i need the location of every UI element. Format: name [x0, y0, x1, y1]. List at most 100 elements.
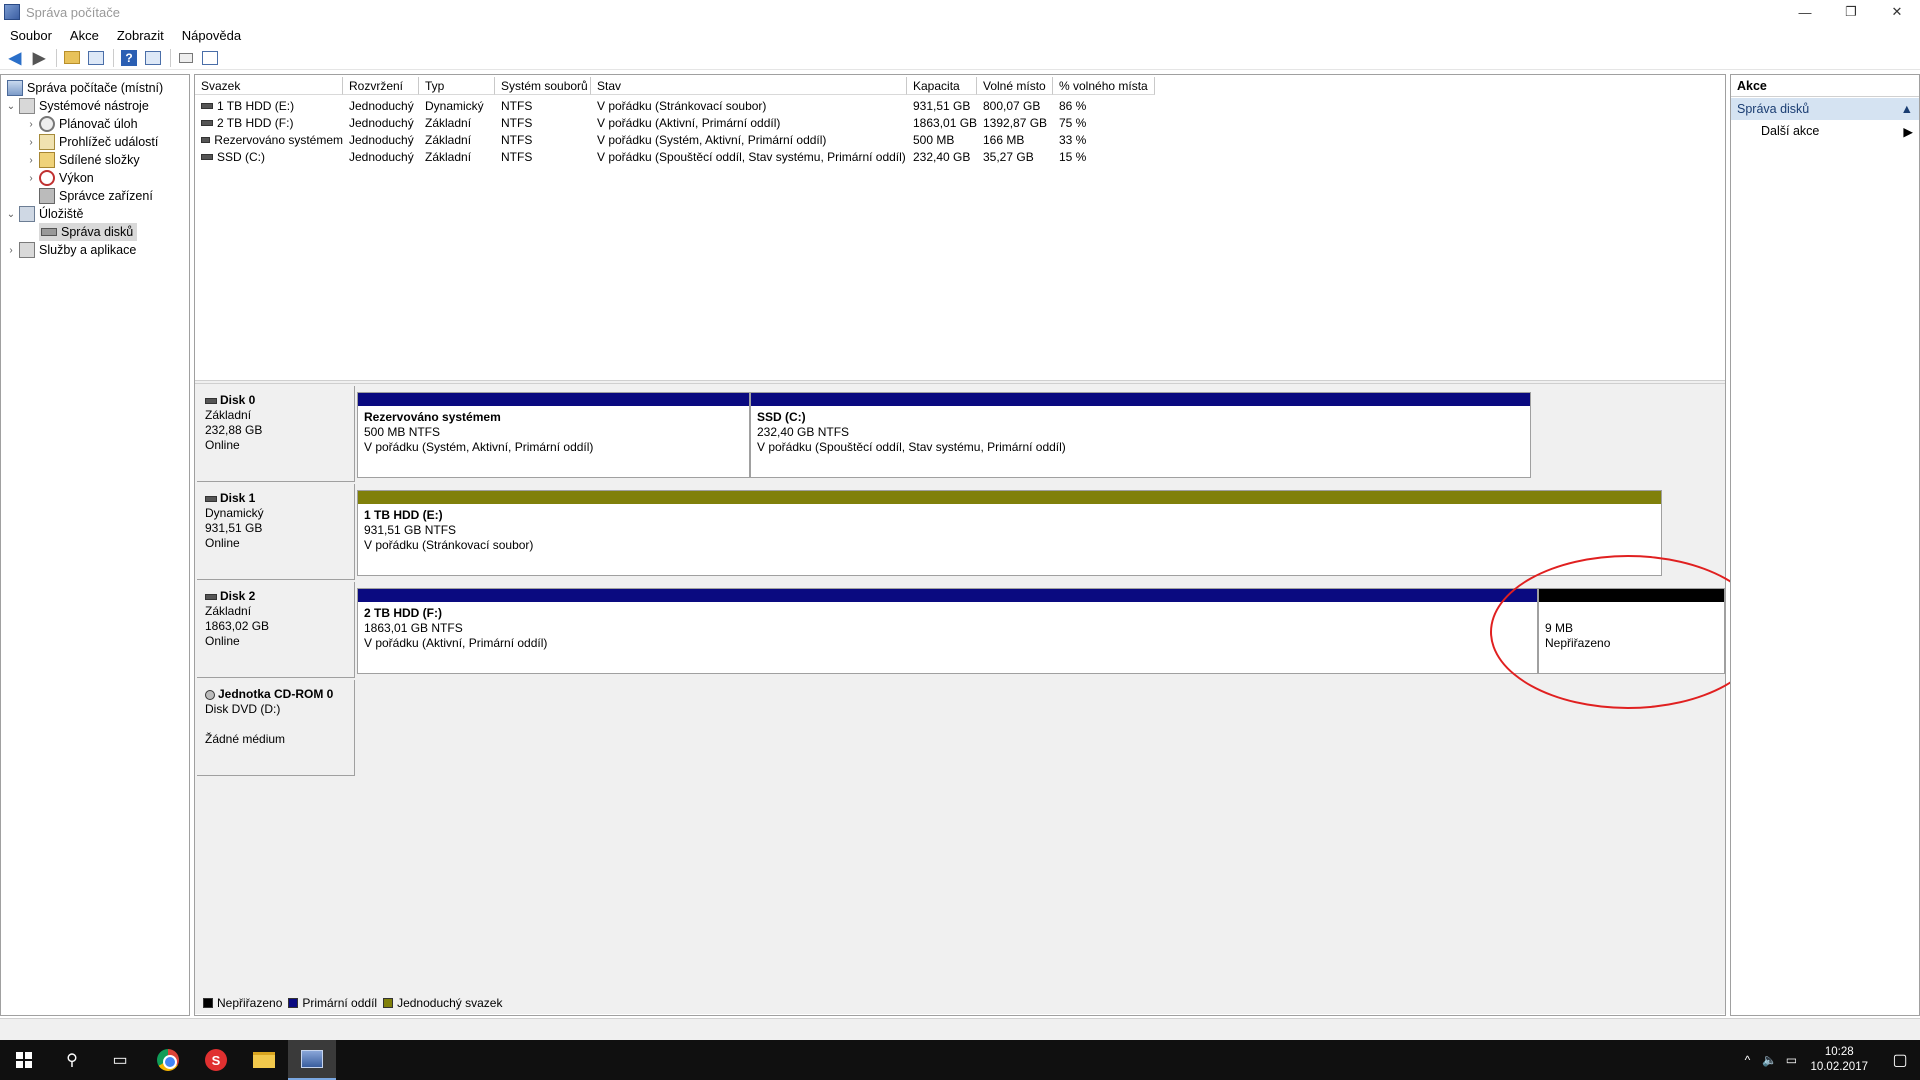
- shared-folder-icon: [39, 152, 55, 168]
- back-button[interactable]: ◀: [4, 48, 26, 68]
- table-cell: 166 MB: [983, 132, 1025, 147]
- connect-drive-button[interactable]: [175, 48, 197, 68]
- tree-item-services-apps[interactable]: › Služby a aplikace: [5, 241, 136, 259]
- column-header-volume[interactable]: Svazek: [195, 77, 343, 95]
- show-hide-tree-button[interactable]: [85, 48, 107, 68]
- taskbar-chrome[interactable]: [144, 1040, 192, 1080]
- disk-name-row: Disk 1: [205, 491, 354, 506]
- tree-item-performance[interactable]: › Výkon: [25, 169, 94, 187]
- collapse-triangle-icon[interactable]: ▲: [1901, 102, 1913, 116]
- menu-zobrazit[interactable]: Zobrazit: [107, 28, 172, 43]
- tree-item-storage[interactable]: ⌄ Úložiště: [5, 205, 83, 223]
- clock[interactable]: 10:28 10.02.2017: [1810, 1045, 1868, 1075]
- disk-label[interactable]: Jednotka CD-ROM 0 Disk DVD (D:) Žádné mé…: [197, 680, 355, 776]
- column-header-capacity[interactable]: Kapacita: [907, 77, 977, 95]
- table-row[interactable]: 2 TB HDD (F:) Jednoduchý Základní NTFS V…: [195, 114, 1155, 131]
- start-button[interactable]: [0, 1040, 48, 1080]
- column-header-type[interactable]: Typ: [419, 77, 495, 95]
- submenu-arrow-icon: ▶: [1903, 124, 1913, 139]
- tree-item-disk-management[interactable]: Správa disků: [39, 223, 138, 241]
- partition-ssd-c[interactable]: SSD (C:) 232,40 GB NTFS V pořádku (Spouš…: [750, 392, 1531, 478]
- forward-arrow-icon: ▶: [32, 49, 46, 67]
- search-button[interactable]: ⚲: [48, 1040, 96, 1080]
- column-header-filesystem[interactable]: Systém souborů: [495, 77, 591, 95]
- disk-status: Online: [205, 634, 240, 648]
- menu-napoveda[interactable]: Nápověda: [172, 28, 249, 43]
- table-cell: V pořádku (Aktivní, Primární oddíl): [597, 115, 781, 130]
- close-button[interactable]: ✕: [1874, 0, 1920, 24]
- partition-unallocated[interactable]: 9 MB Nepřiřazeno: [1538, 588, 1725, 674]
- menu-soubor[interactable]: Soubor: [0, 28, 60, 43]
- expand-chevron-icon[interactable]: ›: [25, 155, 37, 166]
- show-action-pane-button[interactable]: [142, 48, 164, 68]
- partition-bar: [751, 393, 1530, 406]
- partition-size: 9 MB: [1545, 621, 1574, 635]
- tree-item-computer-management[interactable]: Správa počítače (místní): [5, 79, 163, 97]
- table-cell: NTFS: [501, 115, 533, 130]
- tree-item-shared-folders[interactable]: › Sdílené složky: [25, 151, 140, 169]
- restore-button[interactable]: ❐: [1828, 0, 1874, 24]
- disk-label[interactable]: Disk 2 Základní 1863,02 GB Online: [197, 582, 355, 678]
- disk-row-1: Disk 1 Dynamický 931,51 GB Online 1 TB H…: [197, 484, 1723, 580]
- table-cell: Jednoduchý: [349, 149, 414, 164]
- disk-label[interactable]: Disk 1 Dynamický 931,51 GB Online: [197, 484, 355, 580]
- taskbar-file-explorer[interactable]: [240, 1040, 288, 1080]
- partition-status: V pořádku (Aktivní, Primární oddíl): [364, 636, 548, 650]
- performance-icon: [39, 170, 55, 186]
- partition-system-reserved[interactable]: Rezervováno systémem 500 MB NTFS V pořád…: [357, 392, 750, 478]
- tree-item-event-viewer[interactable]: › Prohlížeč událostí: [25, 133, 158, 151]
- column-header-layout[interactable]: Rozvržení: [343, 77, 419, 95]
- column-header-percent-free[interactable]: % volného místa: [1053, 77, 1155, 95]
- partition-info: 2 TB HDD (F:) 1863,01 GB NTFS V pořádku …: [358, 602, 1537, 655]
- properties-button[interactable]: [199, 48, 221, 68]
- volume-muted-icon[interactable]: 🔈: [1758, 1053, 1780, 1067]
- expand-chevron-icon[interactable]: ›: [5, 245, 17, 256]
- table-row[interactable]: 1 TB HDD (E:) Jednoduchý Dynamický NTFS …: [195, 97, 1155, 114]
- table-cell: Jednoduchý: [349, 132, 414, 147]
- help-button[interactable]: ?: [118, 48, 140, 68]
- clock-icon: [39, 116, 55, 132]
- chrome-icon: [157, 1049, 179, 1071]
- menu-akce[interactable]: Akce: [60, 28, 107, 43]
- disk-label[interactable]: Disk 0 Základní 232,88 GB Online: [197, 386, 355, 482]
- tree-item-task-scheduler[interactable]: › Plánovač úloh: [25, 115, 138, 133]
- tree-item-device-manager[interactable]: Správce zařízení: [37, 187, 153, 205]
- action-center-icon[interactable]: ▢: [1880, 1050, 1920, 1070]
- expand-chevron-icon[interactable]: ›: [25, 119, 37, 130]
- table-cell: NTFS: [501, 98, 533, 113]
- show-hidden-icons-chevron-icon[interactable]: ^: [1736, 1053, 1758, 1067]
- partition-hdd-e[interactable]: 1 TB HDD (E:) 931,51 GB NTFS V pořádku (…: [357, 490, 1662, 576]
- up-folder-button[interactable]: [61, 48, 83, 68]
- action-more-actions[interactable]: Další akce ▶: [1731, 120, 1919, 142]
- collapse-chevron-icon[interactable]: ⌄: [5, 209, 17, 220]
- legend: Nepřiřazeno Primární oddíl Jednoduchý sv…: [197, 994, 502, 1012]
- column-header-status[interactable]: Stav: [591, 77, 907, 95]
- actions-header: Akce: [1731, 75, 1919, 97]
- table-row[interactable]: SSD (C:) Jednoduchý Základní NTFS V pořá…: [195, 148, 1155, 165]
- table-row[interactable]: Rezervováno systémem Jednoduchý Základní…: [195, 131, 1155, 148]
- expand-chevron-icon[interactable]: ›: [25, 173, 37, 184]
- taskbar-computer-management[interactable]: [288, 1040, 336, 1080]
- tree-item-system-tools[interactable]: ⌄ Systémové nástroje: [5, 97, 149, 115]
- partition-bar: [358, 491, 1661, 504]
- table-cell: V pořádku (Spouštěcí oddíl, Stav systému…: [597, 149, 906, 164]
- network-icon[interactable]: ▭: [1780, 1053, 1802, 1067]
- forward-button[interactable]: ▶: [28, 48, 50, 68]
- task-view-button[interactable]: ▭: [96, 1040, 144, 1080]
- collapse-chevron-icon[interactable]: ⌄: [5, 101, 17, 112]
- partition-hdd-f[interactable]: 2 TB HDD (F:) 1863,01 GB NTFS V pořádku …: [357, 588, 1538, 674]
- actions-section-disk-management[interactable]: Správa disků ▲: [1731, 98, 1919, 120]
- partition-name: SSD (C:): [757, 410, 806, 424]
- toolbar: ◀ ▶ ?: [0, 46, 1920, 70]
- column-header-free-space[interactable]: Volné místo: [977, 77, 1053, 95]
- actions-pane: Akce Správa disků ▲ Další akce ▶: [1730, 74, 1920, 1016]
- legend-label: Jednoduchý svazek: [397, 996, 503, 1010]
- minimize-button[interactable]: —: [1782, 0, 1828, 24]
- expand-chevron-icon[interactable]: ›: [25, 137, 37, 148]
- table-cell: Dynamický: [425, 98, 484, 113]
- taskbar-app-s[interactable]: S: [192, 1040, 240, 1080]
- disk-size: 931,51 GB: [205, 521, 263, 535]
- volume-list: Svazek Rozvržení Typ Systém souborů Stav…: [195, 77, 1725, 377]
- partition-info: 1 TB HDD (E:) 931,51 GB NTFS V pořádku (…: [358, 504, 1661, 557]
- taskbar: ⚲ ▭ S ^ 🔈 ▭ 10:28 10.02.2017 ▢: [0, 1040, 1920, 1080]
